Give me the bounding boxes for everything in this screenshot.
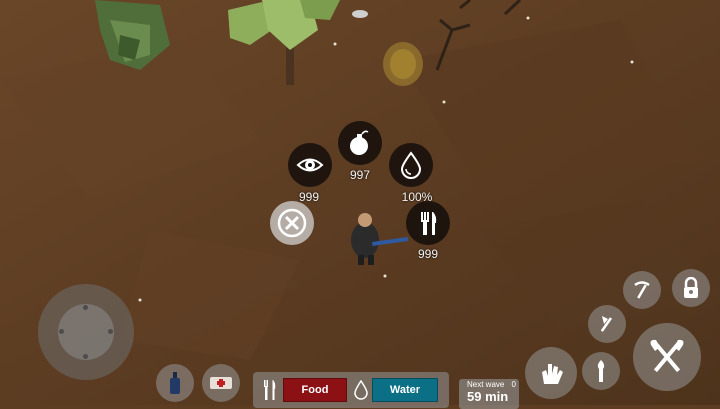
next-wave-count: 0 xyxy=(511,380,516,389)
pickaxe-icon xyxy=(634,281,650,299)
water-drop-icon xyxy=(400,151,422,179)
joystick-dot xyxy=(59,329,64,334)
joystick-dot xyxy=(83,354,88,359)
bottle-icon xyxy=(170,372,180,394)
axe-button[interactable] xyxy=(588,305,626,343)
quick-slot-medkit[interactable] xyxy=(202,364,240,402)
joystick-knob[interactable] xyxy=(58,304,114,360)
crossed-axes-icon xyxy=(650,339,684,373)
joystick-dot xyxy=(108,329,113,334)
axe-icon xyxy=(600,316,612,332)
water-button[interactable] xyxy=(389,143,433,187)
pickaxe-button[interactable] xyxy=(623,271,661,309)
medkit-icon xyxy=(210,377,232,389)
fork-knife-icon xyxy=(421,212,437,235)
stone xyxy=(352,10,368,18)
fork-knife-icon xyxy=(264,380,276,400)
bush xyxy=(383,42,423,86)
interact-button[interactable] xyxy=(525,347,577,399)
torch-icon xyxy=(597,360,605,382)
status-panel: Food Water xyxy=(253,372,449,408)
eye-icon xyxy=(296,158,324,172)
sanity-button[interactable] xyxy=(288,143,332,187)
attack-button[interactable] xyxy=(633,323,701,391)
bomb-button[interactable] xyxy=(338,121,382,165)
next-wave-label: Next wave xyxy=(467,380,505,389)
food-bar: Food xyxy=(283,378,347,402)
next-wave-time: 59 min xyxy=(467,389,509,404)
movement-joystick[interactable] xyxy=(38,284,134,380)
bomb-value: 997 xyxy=(349,168,371,182)
close-button[interactable] xyxy=(270,201,314,245)
quick-slot-bottle[interactable] xyxy=(156,364,194,402)
grab-hand-icon xyxy=(542,364,563,384)
water-value: 100% xyxy=(401,190,433,204)
torch-button[interactable] xyxy=(582,352,620,390)
close-icon xyxy=(277,208,307,238)
lock-button[interactable] xyxy=(672,269,710,307)
joystick-dot xyxy=(83,305,88,310)
bomb-icon xyxy=(350,130,369,155)
food-value: 999 xyxy=(417,247,439,261)
food-button[interactable] xyxy=(406,201,450,245)
lock-icon xyxy=(684,277,698,298)
water-bar: Water xyxy=(372,378,438,402)
water-drop-icon xyxy=(354,380,368,400)
